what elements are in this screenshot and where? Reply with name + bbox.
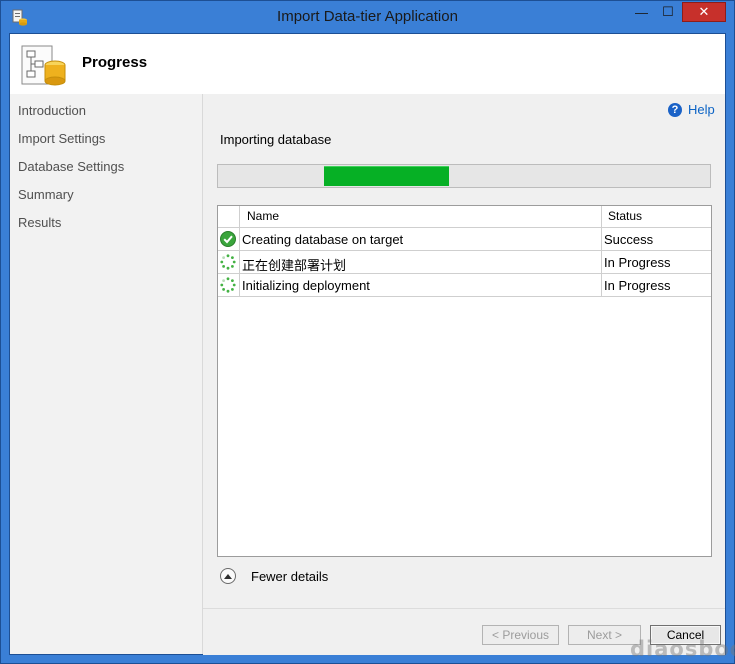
row-name: Initializing deployment — [242, 278, 370, 293]
column-header-name[interactable]: Name — [247, 209, 279, 223]
watermark-text: diaosbook — [630, 637, 735, 661]
row-status: In Progress — [604, 278, 671, 293]
table-row[interactable]: Initializing deployment In Progress — [218, 274, 711, 297]
row-status: In Progress — [604, 255, 671, 270]
operation-status-text: Importing database — [220, 132, 332, 147]
window-title: Import Data-tier Application — [277, 8, 458, 25]
in-progress-spinner-icon — [220, 277, 236, 293]
progress-panel: ? Help Importing database Name Status Cr… — [203, 94, 725, 655]
page-header: Progress — [10, 34, 725, 94]
page-title: Progress — [82, 54, 148, 71]
fewer-details-toggle[interactable]: Fewer details — [220, 568, 328, 584]
maximize-button[interactable]: ☐ — [655, 2, 681, 22]
collapse-up-icon[interactable] — [220, 568, 236, 584]
database-import-icon — [21, 45, 66, 86]
fewer-details-label: Fewer details — [251, 568, 329, 584]
progress-grid: Name Status Creating database on target … — [217, 205, 712, 557]
nav-item-import-settings[interactable]: Import Settings — [18, 131, 105, 146]
in-progress-spinner-icon — [220, 254, 236, 270]
nav-item-results[interactable]: Results — [18, 215, 61, 230]
dialog-client-area: Progress Introduction Import Settings Da… — [9, 33, 726, 655]
nav-item-summary[interactable]: Summary — [18, 187, 74, 202]
progress-bar — [217, 164, 711, 188]
progress-bar-fill — [324, 166, 449, 186]
row-name: Creating database on target — [242, 232, 404, 247]
minimize-button[interactable]: — — [628, 2, 655, 22]
close-button[interactable]: ✕ — [682, 2, 726, 22]
nav-item-database-settings[interactable]: Database Settings — [18, 159, 124, 174]
help-icon: ? — [668, 102, 682, 117]
row-name: 正在创建部署计划 — [242, 258, 347, 273]
grid-header: Name Status — [218, 206, 711, 228]
row-status: Success — [604, 232, 654, 247]
success-check-icon — [220, 231, 236, 247]
wizard-step-list: Introduction Import Settings Database Se… — [10, 94, 203, 654]
help-label: Help — [688, 102, 715, 117]
column-header-status[interactable]: Status — [608, 209, 642, 223]
table-row[interactable]: Creating database on target Success — [218, 228, 711, 251]
previous-button[interactable]: < Previous — [482, 625, 559, 645]
nav-item-introduction[interactable]: Introduction — [18, 103, 86, 118]
import-dialog-window: Import Data-tier Application — ☐ ✕ Progr… — [0, 0, 735, 664]
help-link[interactable]: ? Help — [668, 102, 715, 117]
title-bar[interactable]: Import Data-tier Application — ☐ ✕ — [1, 1, 734, 33]
table-row[interactable]: 正在创建部署计划 In Progress — [218, 251, 711, 274]
